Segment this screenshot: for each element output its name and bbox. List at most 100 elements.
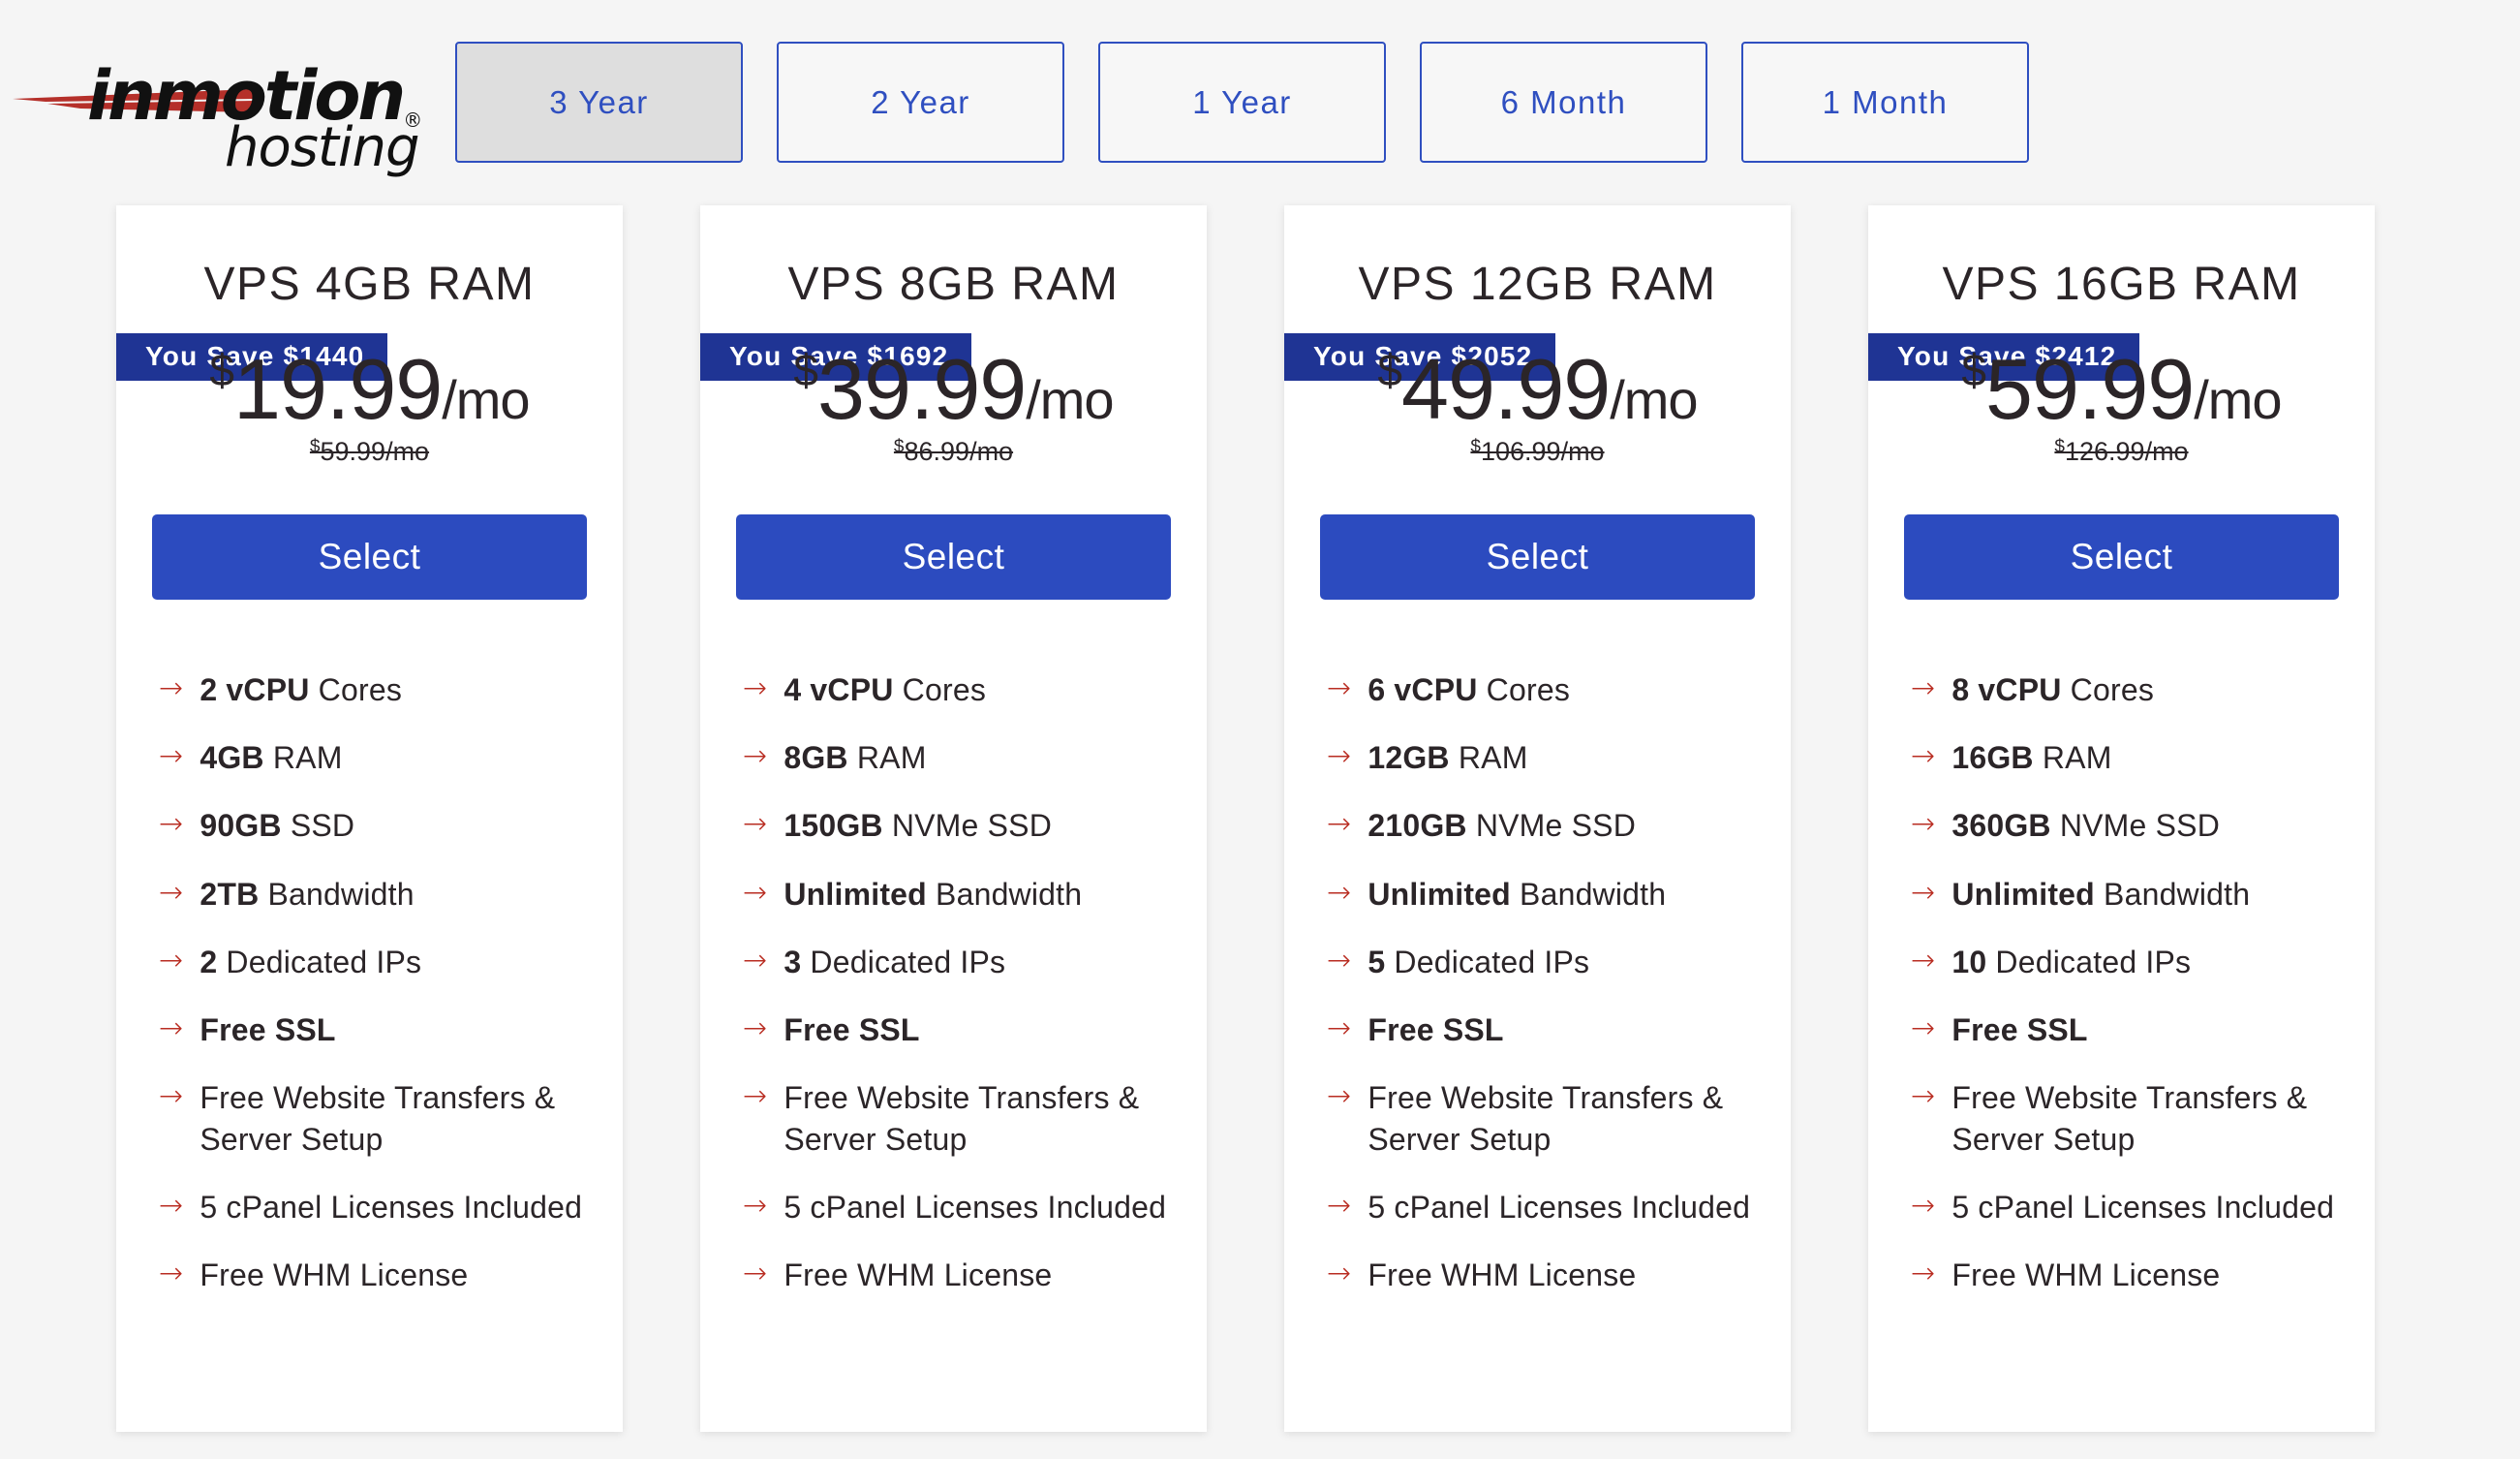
feature-highlight: 210GB: [1368, 808, 1467, 844]
feature-detail: Bandwidth: [2094, 876, 2251, 912]
select-button[interactable]: Select: [736, 514, 1171, 600]
plan-title: VPS 16GB RAM: [1942, 259, 2301, 310]
feature-item: → Free Website Transfers & Server Setup: [159, 1077, 588, 1159]
price-currency-symbol: $: [793, 345, 818, 395]
feature-detail: Free WHM License: [784, 1257, 1053, 1293]
feature-highlight: 10: [1951, 944, 1987, 979]
arrow-right-icon: →: [1911, 875, 1936, 910]
arrow-right-icon: →: [1911, 807, 1936, 842]
price-currency-symbol: $: [209, 345, 234, 395]
feature-label: 16GB RAM: [1951, 737, 2111, 778]
feature-label: Unlimited Bandwidth: [1951, 874, 2250, 915]
feature-item: → 4GB RAM: [159, 737, 588, 778]
feature-label: Free Website Transfers & Server Setup: [1368, 1077, 1756, 1159]
feature-label: 4 vCPU Cores: [784, 669, 986, 710]
arrow-right-icon: →: [743, 943, 768, 978]
feature-label: Free SSL: [784, 1009, 919, 1050]
pricing-card: VPS 12GB RAM You Save $2052 $49.99/mo $106.…: [1284, 205, 1791, 1432]
feature-highlight: 2: [200, 944, 218, 979]
feature-highlight: 360GB: [1951, 808, 2051, 844]
feature-label: Free SSL: [1368, 1009, 1503, 1050]
billing-term-selector: 3 Year 2 Year 1 Year 6 Month 1 Month: [455, 42, 2029, 163]
inmotion-hosting-logo[interactable]: inmotion® hosting: [10, 29, 422, 175]
feature-item: → Unlimited Bandwidth: [1327, 874, 1756, 915]
price-period: /mo: [1610, 369, 1698, 430]
feature-list: → 4 vCPU Cores → 8GB RAM → 150GB NVMe SSD → Unl…: [700, 600, 1207, 1295]
feature-highlight: 4 vCPU: [784, 672, 894, 707]
feature-item: → Free WHM License: [159, 1255, 588, 1295]
feature-highlight: 4GB: [200, 740, 264, 776]
feature-detail: RAM: [1449, 740, 1528, 776]
feature-label: 8GB RAM: [784, 737, 926, 778]
feature-item: → Free Website Transfers & Server Setup: [1327, 1077, 1756, 1159]
feature-highlight: 2TB: [200, 876, 260, 912]
arrow-right-icon: →: [743, 671, 768, 705]
feature-item: → 2 vCPU Cores: [159, 669, 588, 710]
arrow-right-icon: →: [743, 807, 768, 842]
select-button[interactable]: Select: [1320, 514, 1755, 600]
price-period: /mo: [442, 369, 530, 430]
arrow-right-icon: →: [159, 1257, 184, 1291]
arrow-right-icon: →: [159, 671, 184, 705]
feature-item: → Unlimited Bandwidth: [1911, 874, 2340, 915]
arrow-right-icon: →: [1327, 1011, 1352, 1046]
feature-highlight: Free SSL: [200, 1012, 336, 1048]
price-block: $59.99/mo $126.99/mo: [1868, 347, 2375, 478]
term-tab-1-year[interactable]: 1 Year: [1098, 42, 1386, 163]
price-block: $19.99/mo $59.99/mo: [116, 347, 623, 478]
plan-title: VPS 12GB RAM: [1358, 259, 1717, 310]
select-button[interactable]: Select: [152, 514, 587, 600]
feature-label: 2TB Bandwidth: [200, 874, 414, 915]
feature-label: 210GB NVMe SSD: [1368, 805, 1636, 846]
feature-label: 2 vCPU Cores: [200, 669, 402, 710]
term-tab-6-month[interactable]: 6 Month: [1420, 42, 1707, 163]
select-button[interactable]: Select: [1904, 514, 2339, 600]
arrow-right-icon: →: [1327, 1257, 1352, 1291]
feature-label: Free WHM License: [200, 1255, 468, 1295]
pricing-card: VPS 16GB RAM You Save $2412 $59.99/mo $126.…: [1868, 205, 2375, 1432]
feature-item: → 5 cPanel Licenses Included: [743, 1187, 1172, 1227]
feature-detail: Bandwidth: [926, 876, 1083, 912]
arrow-right-icon: →: [1911, 739, 1936, 774]
price-block: $49.99/mo $106.99/mo: [1284, 347, 1791, 478]
feature-item: → 2TB Bandwidth: [159, 874, 588, 915]
feature-detail: Dedicated IPs: [1986, 944, 2192, 979]
feature-detail: RAM: [847, 740, 927, 776]
arrow-right-icon: →: [1911, 943, 1936, 978]
feature-item: → 5 cPanel Licenses Included: [1911, 1187, 2340, 1227]
pricing-card-list: VPS 4GB RAM You Save $1440 $19.99/mo $59.99…: [0, 205, 2520, 1432]
feature-item: → 2 Dedicated IPs: [159, 942, 588, 982]
term-tab-1-month[interactable]: 1 Month: [1741, 42, 2029, 163]
original-price: $86.99/mo: [700, 438, 1207, 465]
feature-item: → 360GB NVMe SSD: [1911, 805, 2340, 846]
current-price: $49.99/mo: [1284, 347, 1791, 432]
feature-item: → 5 cPanel Licenses Included: [1327, 1187, 1756, 1227]
arrow-right-icon: →: [743, 1011, 768, 1046]
arrow-right-icon: →: [159, 1188, 184, 1223]
price-amount: 19.99: [233, 341, 443, 437]
feature-detail: Free WHM License: [200, 1257, 469, 1293]
original-price-currency-symbol: $: [893, 437, 905, 457]
feature-item: → 8GB RAM: [743, 737, 1172, 778]
feature-highlight: Free SSL: [1951, 1012, 2088, 1048]
term-tab-2-year[interactable]: 2 Year: [777, 42, 1064, 163]
original-price-amount: 86.99/mo: [904, 437, 1014, 466]
feature-highlight: Unlimited: [784, 876, 927, 912]
arrow-right-icon: →: [1911, 1257, 1936, 1291]
feature-label: Free Website Transfers & Server Setup: [784, 1077, 1172, 1159]
term-tab-3-year[interactable]: 3 Year: [455, 42, 743, 163]
feature-detail: 5 cPanel Licenses Included: [1951, 1189, 2335, 1225]
feature-label: 10 Dedicated IPs: [1951, 942, 2191, 982]
feature-detail: Bandwidth: [1510, 876, 1667, 912]
price-period: /mo: [2194, 369, 2282, 430]
arrow-right-icon: →: [743, 1257, 768, 1291]
feature-detail: Cores: [1477, 672, 1571, 707]
original-price-amount: 126.99/mo: [2064, 437, 2189, 466]
feature-detail: Free WHM License: [1368, 1257, 1637, 1293]
feature-detail: 5 cPanel Licenses Included: [784, 1189, 1167, 1225]
feature-detail: 5 cPanel Licenses Included: [200, 1189, 583, 1225]
feature-detail: RAM: [2033, 740, 2112, 776]
current-price: $19.99/mo: [116, 347, 623, 432]
feature-highlight: Free SSL: [784, 1012, 920, 1048]
pricing-card: VPS 4GB RAM You Save $1440 $19.99/mo $59.99…: [116, 205, 623, 1432]
